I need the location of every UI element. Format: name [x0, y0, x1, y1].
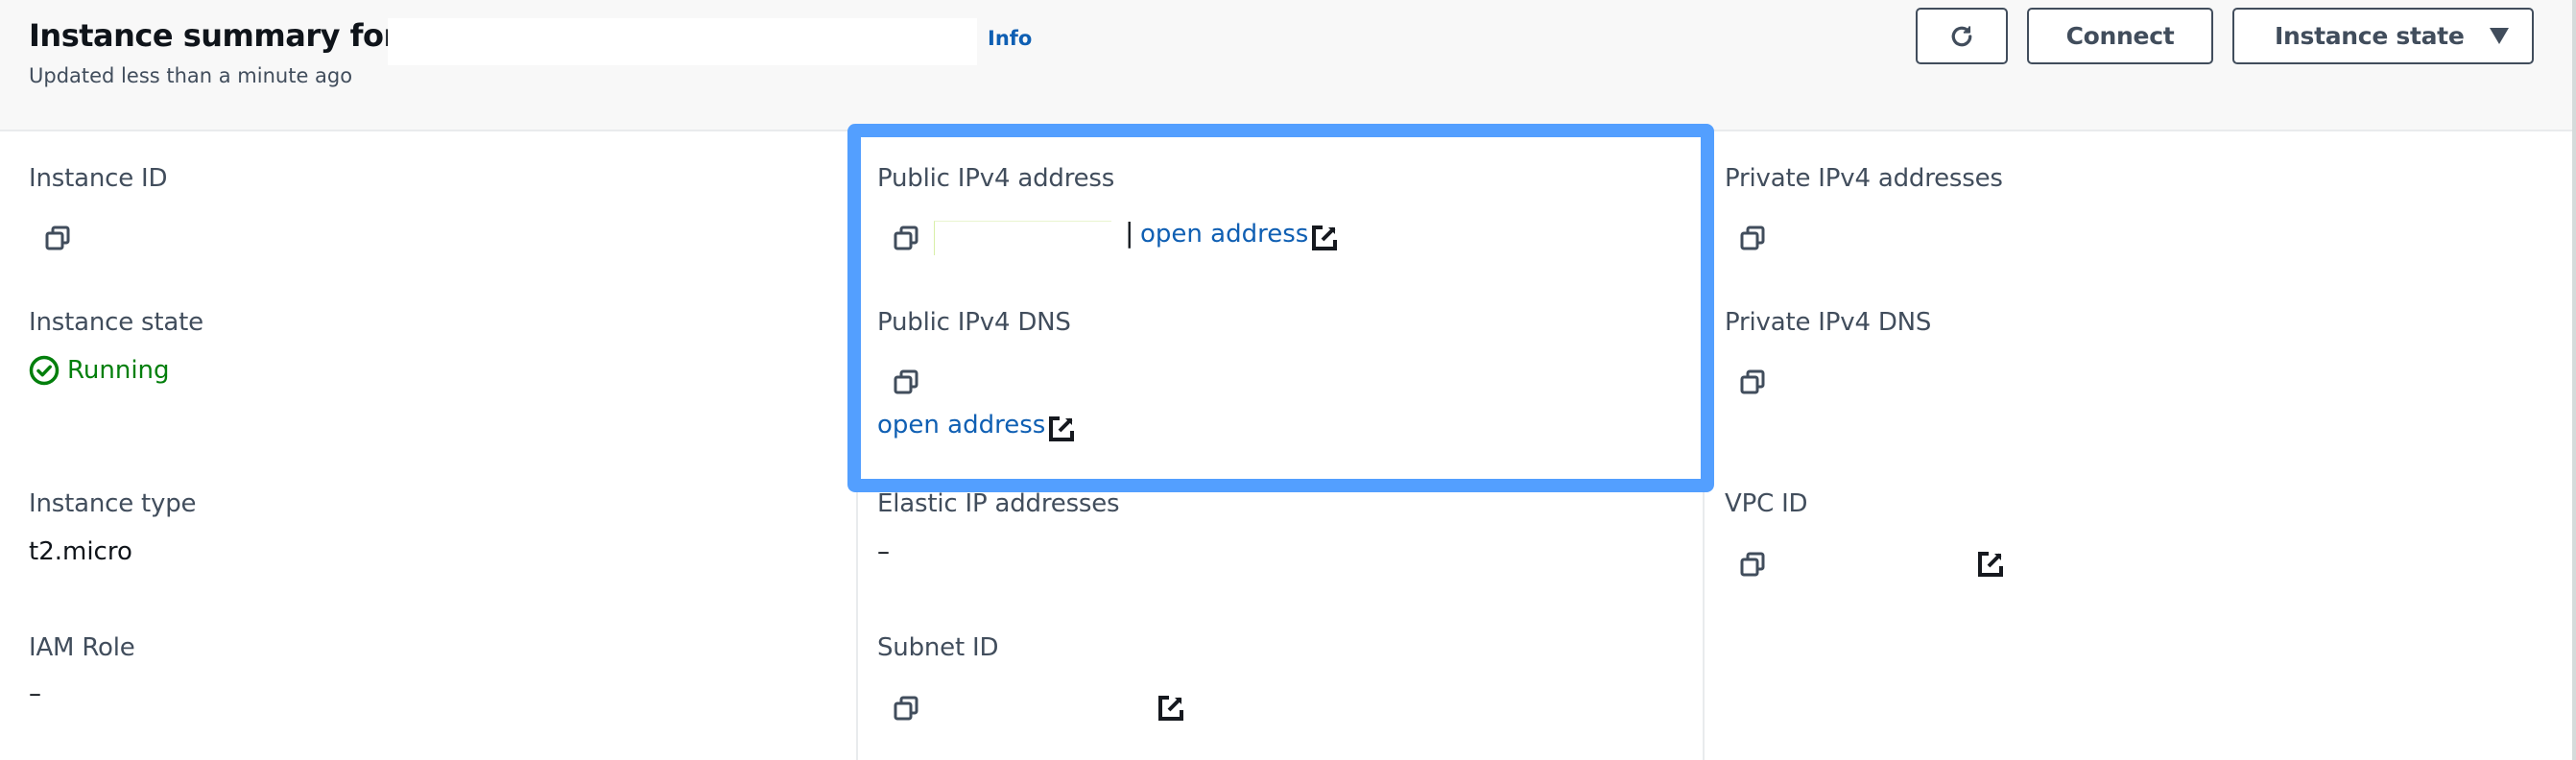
- open-public-dns-link[interactable]: open address: [877, 411, 1045, 439]
- refresh-icon: [1947, 22, 1976, 51]
- iam-role-label: IAM Role: [29, 633, 135, 662]
- public-ipv4-address-label: Public IPv4 address: [877, 164, 1115, 193]
- elastic-ip-addresses-value: –: [877, 537, 890, 566]
- instance-type-label: Instance type: [29, 489, 197, 518]
- instance-state-status: Running: [29, 355, 170, 386]
- status-success-icon: [29, 355, 60, 386]
- copy-icon[interactable]: [893, 368, 919, 395]
- external-link-icon[interactable]: [1157, 695, 1184, 722]
- open-public-ip-link[interactable]: open address: [1140, 220, 1308, 249]
- refresh-button[interactable]: [1916, 8, 2008, 64]
- copy-icon[interactable]: [1739, 551, 1766, 578]
- instance-name-redacted: [388, 18, 977, 65]
- private-ipv4-addresses-label: Private IPv4 addresses: [1725, 164, 2003, 193]
- copy-icon[interactable]: [1739, 225, 1766, 251]
- copy-icon[interactable]: [1739, 368, 1766, 395]
- private-ipv4-dns-label: Private IPv4 DNS: [1725, 308, 1932, 337]
- external-link-icon[interactable]: [1048, 416, 1075, 442]
- page-title: Instance summary for: [29, 17, 398, 54]
- scrollbar-track: [2572, 0, 2576, 760]
- instance-state-dropdown[interactable]: Instance state: [2232, 8, 2534, 64]
- subnet-id-label: Subnet ID: [877, 633, 999, 662]
- separator: |: [1125, 217, 1134, 249]
- copy-icon[interactable]: [893, 225, 919, 251]
- instance-state-label: Instance state: [29, 308, 203, 337]
- connect-button[interactable]: Connect: [2027, 8, 2213, 64]
- column-divider: [856, 131, 858, 760]
- instance-state-dropdown-label: Instance state: [2275, 22, 2465, 50]
- instance-summary-header: Instance summary for Info Updated less t…: [0, 0, 2572, 131]
- copy-icon[interactable]: [893, 695, 919, 722]
- info-link[interactable]: Info: [988, 27, 1032, 50]
- iam-role-value: –: [29, 679, 41, 708]
- public-ipv4-dns-label: Public IPv4 DNS: [877, 308, 1071, 337]
- instance-type-value: t2.micro: [29, 537, 132, 566]
- external-link-icon[interactable]: [1977, 551, 2004, 578]
- column-divider: [1703, 131, 1705, 760]
- elastic-ip-addresses-label: Elastic IP addresses: [877, 489, 1120, 518]
- caret-down-icon: [2489, 28, 2509, 44]
- external-link-icon[interactable]: [1311, 225, 1338, 251]
- last-updated-text: Updated less than a minute ago: [29, 64, 353, 87]
- copy-icon[interactable]: [44, 225, 71, 251]
- public-ipv4-address-value: [934, 221, 1111, 255]
- status-text: Running: [67, 356, 170, 385]
- vpc-id-label: VPC ID: [1725, 489, 1808, 518]
- instance-id-label: Instance ID: [29, 164, 168, 193]
